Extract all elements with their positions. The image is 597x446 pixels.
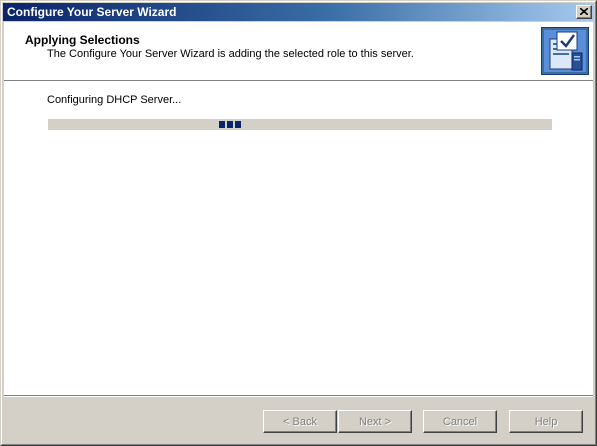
progress-marquee <box>219 121 241 128</box>
page-title: Applying Selections <box>25 33 140 47</box>
wizard-header: Applying Selections The Configure Your S… <box>4 22 593 80</box>
progress-block <box>227 121 233 128</box>
status-text: Configuring DHCP Server... <box>47 94 182 106</box>
close-button[interactable] <box>576 5 592 19</box>
wizard-footer: < Back Next > Cancel Help <box>4 397 593 443</box>
close-icon <box>580 8 588 15</box>
progress-block <box>235 121 241 128</box>
wizard-window: Configure Your Server Wizard Applying Se… <box>0 0 597 446</box>
back-button[interactable]: < Back <box>263 410 337 433</box>
window-title: Configure Your Server Wizard <box>7 5 177 19</box>
progress-block <box>219 121 225 128</box>
next-button[interactable]: Next > <box>338 410 412 433</box>
help-button[interactable]: Help <box>509 410 583 433</box>
server-wizard-icon <box>541 27 589 75</box>
wizard-content: Configuring DHCP Server... <box>4 82 593 395</box>
cancel-button[interactable]: Cancel <box>423 410 497 433</box>
title-bar[interactable]: Configure Your Server Wizard <box>3 3 594 21</box>
progress-bar <box>48 119 552 130</box>
page-subtitle: The Configure Your Server Wizard is addi… <box>47 48 414 60</box>
